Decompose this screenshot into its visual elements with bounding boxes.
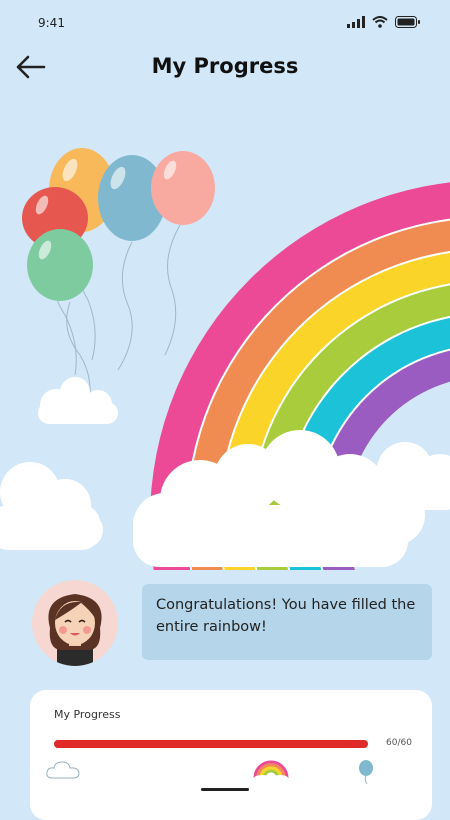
progress-label: My Progress bbox=[54, 708, 121, 721]
milestone-rainbow bbox=[252, 760, 290, 784]
progress-card: My Progress 60/60 bbox=[30, 690, 432, 820]
progress-bar bbox=[54, 740, 368, 748]
wifi-icon bbox=[372, 16, 388, 28]
congratulations-message: Congratulations! You have filled the ent… bbox=[142, 584, 432, 660]
status-time: 9:41 bbox=[38, 16, 65, 30]
celebration-illustration bbox=[0, 148, 450, 570]
cloud-icon bbox=[46, 761, 80, 779]
left-cloud bbox=[0, 462, 103, 550]
avatar bbox=[32, 580, 118, 666]
rainbow-icon bbox=[253, 760, 289, 781]
balloon-icon bbox=[359, 760, 373, 785]
milestone-cloud bbox=[46, 760, 80, 784]
milestone-balloon bbox=[356, 760, 376, 790]
signal-icon bbox=[347, 16, 365, 28]
battery-icon bbox=[395, 16, 420, 28]
status-icons bbox=[347, 16, 420, 28]
balloon-pink bbox=[151, 151, 215, 225]
balloon-cluster bbox=[22, 148, 215, 301]
status-bar: 9:41 bbox=[0, 0, 450, 44]
balloon-green bbox=[27, 229, 93, 301]
small-cloud bbox=[38, 377, 118, 424]
progress-count: 60/60 bbox=[386, 738, 412, 748]
home-indicator bbox=[201, 788, 249, 791]
page-title: My Progress bbox=[151, 54, 299, 78]
girl-avatar-icon bbox=[48, 594, 102, 666]
header: My Progress bbox=[0, 44, 450, 90]
progress-bar-fill bbox=[54, 740, 368, 748]
